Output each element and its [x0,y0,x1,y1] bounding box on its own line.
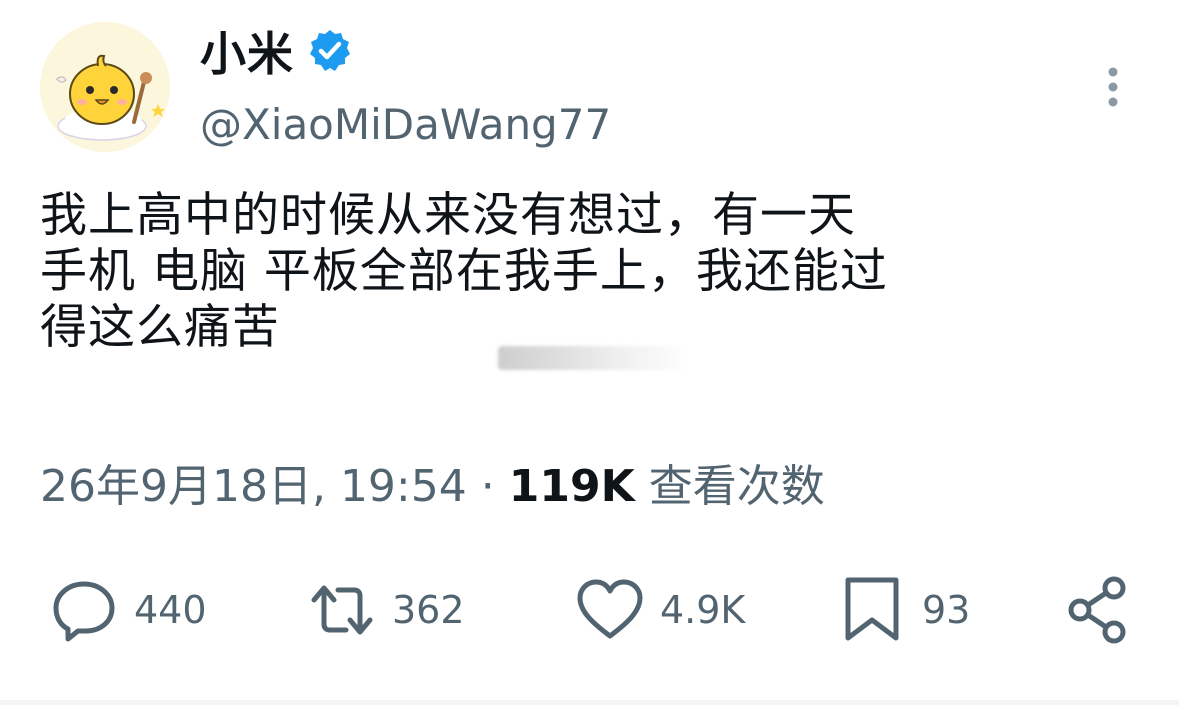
retweet-button[interactable]: 362 [306,575,465,645]
retweet-icon [311,585,373,635]
tweet-metadata: 26年9月18日, 19:54 · 119K 查看次数 [40,450,825,514]
tweet-text: 我上高中的时候从来没有想过，有一天 手机 电脑 平板全部在我手上，我还能过 得这… [40,188,888,355]
more-vertical-icon[interactable] [1098,62,1128,112]
avatar[interactable] [40,22,170,152]
like-count: 4.9K [660,588,746,632]
action-bar: 440 362 4.9K 93 [0,575,1179,645]
display-name[interactable]: 小米 [200,18,294,84]
timestamp[interactable]: 26年9月18日, 19:54 [40,450,467,514]
reply-icon [53,581,115,642]
author-name-row: 小米 [200,18,354,84]
retweet-count: 362 [392,588,465,632]
reply-count: 440 [134,588,207,632]
bookmark-icon [845,577,899,641]
reply-button[interactable]: 440 [48,575,207,645]
meta-separator: · [480,461,495,512]
share-icon [1068,576,1126,644]
share-button[interactable] [1062,575,1134,645]
user-handle[interactable]: @XiaoMiDaWang77 [200,100,611,149]
heart-icon [577,579,643,639]
views-label: 查看次数 [648,461,825,512]
bottom-divider [0,700,1179,705]
bookmark-button[interactable]: 93 [836,575,970,645]
watermark-smudge [498,346,688,370]
chick-avatar-icon [40,22,170,152]
views-count[interactable]: 119K [509,461,635,512]
verified-badge-icon[interactable] [306,27,354,75]
bookmark-count: 93 [922,588,971,632]
like-button[interactable]: 4.9K [574,575,745,645]
